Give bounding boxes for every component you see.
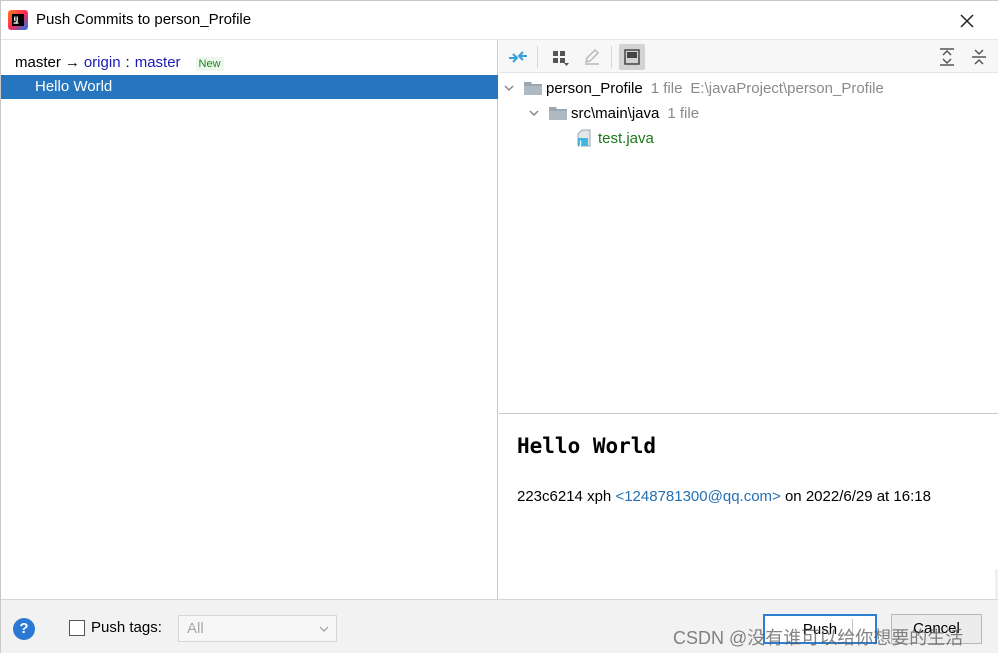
tree-node-folder[interactable]: src\main\java 1 file xyxy=(528,101,699,125)
merge-button[interactable] xyxy=(505,44,531,70)
commit-details: Hello World 223c6214 xph <1248781300@qq.… xyxy=(499,413,998,600)
chevron-down-icon xyxy=(529,110,539,117)
author-email-link[interactable]: <1248781300@qq.com> xyxy=(615,488,780,505)
push-tags-label: Push tags: xyxy=(91,619,162,636)
new-badge: New xyxy=(195,57,224,71)
branch-separator: : xyxy=(125,54,130,71)
preview-toggle[interactable] xyxy=(619,44,645,70)
expand-all-button[interactable] xyxy=(934,44,960,70)
folder-file-count: 1 file xyxy=(667,104,700,122)
push-tags-checkbox[interactable] xyxy=(69,620,85,636)
changes-tree: person_Profile 1 file E:\javaProject\per… xyxy=(499,74,998,413)
chevron-down-icon xyxy=(504,85,514,92)
folder-name: src\main\java xyxy=(571,104,660,122)
file-name: test.java xyxy=(598,129,654,147)
root-file-count: 1 file xyxy=(650,79,683,97)
changes-pane: person_Profile 1 file E:\javaProject\per… xyxy=(499,40,998,600)
java-file-icon: J xyxy=(577,129,591,147)
commit-date: on 2022/6/29 at 16:18 xyxy=(784,488,931,505)
edit-button[interactable] xyxy=(579,44,605,70)
remote-name[interactable]: origin xyxy=(84,54,121,71)
commit-list-item[interactable]: Hello World xyxy=(1,75,498,99)
collapse-all-icon xyxy=(972,49,986,65)
merge-arrows-icon xyxy=(509,51,527,63)
commits-pane: master → origin : master New Hello World xyxy=(1,40,498,600)
commit-meta: 223c6214 xph <1248781300@qq.com> on 2022… xyxy=(517,488,931,505)
changes-toolbar xyxy=(499,40,998,73)
folder-icon xyxy=(549,107,567,120)
commit-message: Hello World xyxy=(517,434,657,458)
remote-branch[interactable]: master xyxy=(135,54,181,71)
svg-text:J: J xyxy=(579,140,582,147)
help-button[interactable]: ? xyxy=(13,618,35,640)
title-bar: IJ Push Commits to person_Profile xyxy=(1,1,998,39)
tree-node-root[interactable]: person_Profile 1 file E:\javaProject\per… xyxy=(503,76,884,100)
tags-select[interactable]: All xyxy=(178,615,337,642)
branch-arrow: → xyxy=(64,54,80,71)
chevron-down-icon xyxy=(319,626,329,632)
commit-author: xph xyxy=(587,488,612,505)
toolbar-separator xyxy=(611,46,612,68)
watermark: CSDN @没有谁可以给你想要的生活 xyxy=(673,628,964,648)
group-by-icon xyxy=(553,51,569,66)
commit-hash: 223c6214 xyxy=(517,488,583,505)
close-icon xyxy=(960,14,974,28)
dialog-content: master → origin : master New Hello World xyxy=(1,39,998,600)
root-path: E:\javaProject\person_Profile xyxy=(690,79,884,97)
window-title: Push Commits to person_Profile xyxy=(36,11,252,28)
push-commits-dialog: IJ Push Commits to person_Profile master… xyxy=(0,0,998,653)
group-by-button[interactable] xyxy=(547,44,573,70)
collapse-all-button[interactable] xyxy=(966,44,992,70)
preview-icon xyxy=(624,49,640,65)
branch-mapping: master → origin : master New xyxy=(15,54,224,74)
intellij-icon: IJ xyxy=(8,10,28,30)
root-name: person_Profile xyxy=(546,79,643,97)
local-branch: master xyxy=(15,54,61,71)
close-button[interactable] xyxy=(951,7,983,35)
tags-select-value: All xyxy=(187,620,204,637)
folder-icon xyxy=(524,82,542,95)
tree-node-file[interactable]: J test.java xyxy=(577,126,654,150)
toolbar-separator xyxy=(537,46,538,68)
expand-all-icon xyxy=(940,48,954,66)
svg-text:IJ: IJ xyxy=(14,15,19,23)
edit-icon xyxy=(584,48,600,65)
